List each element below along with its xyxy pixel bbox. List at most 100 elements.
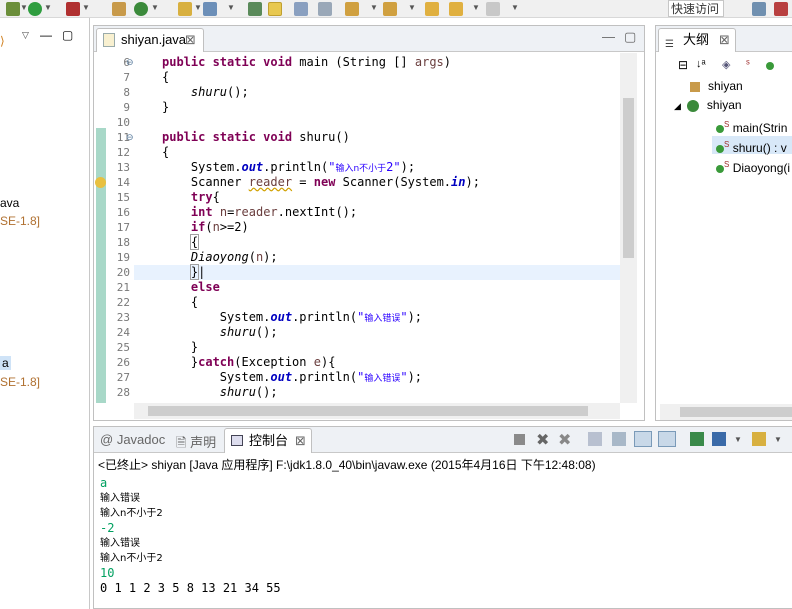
outline-item-method[interactable]: S Diaoyong(i <box>716 156 790 175</box>
scroll-thumb[interactable] <box>148 406 588 416</box>
collapse-icon[interactable]: ⟩ <box>0 34 5 48</box>
quick-access-input[interactable]: 快速访问 <box>668 0 724 17</box>
prev-edit-icon[interactable] <box>383 2 397 16</box>
tab-declaration[interactable]: 🗎 声明 <box>176 432 216 456</box>
chevron-down-icon[interactable]: ▼ <box>774 435 782 444</box>
terminate-icon[interactable] <box>514 434 525 445</box>
line-number: 12 <box>116 146 130 159</box>
fold-toggle-icon[interactable]: ⊖ <box>126 57 134 68</box>
remove-launch-icon[interactable]: ✖ <box>536 430 549 450</box>
chevron-down-icon[interactable]: ▼ <box>227 3 235 12</box>
tree-item-label[interactable]: a <box>0 356 11 370</box>
word-wrap-icon[interactable] <box>658 431 676 447</box>
new-console-icon[interactable] <box>752 432 766 446</box>
sort-icon[interactable]: ↓ᵃ <box>696 58 706 70</box>
line-number: 16 <box>116 206 130 219</box>
chevron-down-icon[interactable]: ▼ <box>151 3 159 12</box>
chevron-down-icon[interactable]: ▼ <box>82 3 90 12</box>
outline-item-class[interactable]: ◢ shiyan <box>674 96 742 114</box>
line-number: 22 <box>116 296 130 309</box>
new-package-icon[interactable] <box>112 2 126 16</box>
chevron-down-icon[interactable]: ▼ <box>194 3 202 12</box>
back-arrow-icon[interactable] <box>425 2 439 16</box>
close-icon[interactable]: ⊠ <box>185 29 196 51</box>
code-line: if(n>=2) <box>190 220 249 234</box>
search-icon[interactable] <box>203 2 217 16</box>
open-perspective-icon[interactable] <box>752 2 766 16</box>
tab-console[interactable]: 控制台 ⊠ <box>224 428 312 453</box>
line-number: 27 <box>116 371 130 384</box>
display-console-icon[interactable] <box>690 432 704 446</box>
code-editor[interactable]: 6 ⊖ 7 8 9 10 11 ⊖ 12 13 14 15 16 17 18 19 20 21 22 23 24 25 26… <box>94 53 620 403</box>
console-icon <box>231 435 243 446</box>
maximize-icon[interactable]: ▢ <box>62 28 73 42</box>
line-number: 10 <box>116 116 130 129</box>
package-icon <box>690 81 700 92</box>
horizontal-scrollbar[interactable] <box>134 403 620 419</box>
horizontal-scrollbar[interactable] <box>660 404 792 420</box>
line-number: 24 <box>116 326 130 339</box>
clear-console-icon[interactable] <box>588 432 602 446</box>
minimize-icon[interactable]: — <box>40 28 52 42</box>
line-number: 17 <box>116 221 130 234</box>
tree-item-jre[interactable]: SE-1.8] <box>0 375 40 389</box>
open-console-icon[interactable] <box>712 432 726 446</box>
chevron-down-icon[interactable]: ▼ <box>370 3 378 12</box>
chevron-down-icon[interactable]: ▼ <box>734 435 742 444</box>
next-edit-icon[interactable] <box>345 2 359 16</box>
back-icon[interactable] <box>449 2 463 16</box>
hide-fields-icon[interactable]: ◈ <box>722 58 730 71</box>
outline-item-method[interactable]: S main(Strin <box>716 116 787 135</box>
show-whitespace-icon[interactable] <box>294 2 308 16</box>
chevron-down-icon[interactable]: ▼ <box>44 3 52 12</box>
fold-toggle-icon[interactable]: ⊖ <box>126 132 134 143</box>
scroll-lock-icon[interactable] <box>612 432 626 446</box>
highlight-icon[interactable] <box>268 2 282 16</box>
tab-javadoc[interactable]: @ Javadoc <box>100 432 165 447</box>
warning-icon[interactable] <box>95 177 106 188</box>
close-icon[interactable]: ⊠ <box>719 29 730 51</box>
close-icon[interactable]: ⊠ <box>295 429 306 452</box>
scroll-thumb[interactable] <box>680 407 792 417</box>
tab-shiyan-java[interactable]: shiyan.java ⊠ <box>96 28 204 52</box>
next-annotation-icon[interactable] <box>248 2 262 16</box>
console-line: 0 1 1 2 3 5 8 13 21 34 55 <box>100 581 281 595</box>
chevron-down-icon[interactable]: ▼ <box>472 3 480 12</box>
chevron-down-icon[interactable]: ▼ <box>408 3 416 12</box>
class-icon <box>686 99 699 112</box>
external-tools-icon[interactable] <box>66 2 80 16</box>
maximize-icon[interactable]: ▢ <box>624 29 636 45</box>
line-number: 8 <box>123 86 130 99</box>
console-line: 输入n不小于2 <box>100 553 163 564</box>
scroll-thumb[interactable] <box>623 98 634 258</box>
outline-item-import[interactable]: shiyan <box>690 77 743 95</box>
code-line: System.out.println("输入错误"); <box>162 370 423 384</box>
paragraph-icon[interactable] <box>318 2 332 16</box>
minimize-icon[interactable]: — <box>602 29 615 44</box>
debug-icon[interactable] <box>6 2 20 16</box>
hide-static-icon[interactable]: ˢ <box>746 58 750 70</box>
java-perspective-icon[interactable] <box>774 2 788 16</box>
tree-item-jre[interactable]: SE-1.8] <box>0 214 40 228</box>
new-class-icon[interactable] <box>134 2 148 16</box>
open-type-icon[interactable] <box>178 2 192 16</box>
code-line: System.out.println("输入错误"); <box>162 310 423 324</box>
hide-nonpublic-icon[interactable] <box>766 58 774 72</box>
collapse-all-icon[interactable]: ⊟ <box>678 58 688 72</box>
chevron-down-icon[interactable]: ▼ <box>511 3 519 12</box>
forward-icon[interactable] <box>486 2 500 16</box>
vertical-scrollbar[interactable] <box>620 53 637 403</box>
remove-all-icon[interactable]: ✖ <box>558 430 571 450</box>
chevron-down-icon[interactable]: ▼ <box>20 3 28 12</box>
line-number: 9 <box>123 101 130 114</box>
view-menu-icon[interactable]: ▽ <box>22 30 29 41</box>
line-number: 23 <box>116 311 130 324</box>
current-line-highlight <box>134 265 620 280</box>
outline-item-method-selected[interactable]: S shuru() : v <box>712 136 792 155</box>
outline-panel: ☰ 大纲 ⊠ ⊟ ↓ᵃ ◈ ˢ shiyan ◢ shiyan S main(St… <box>655 25 792 421</box>
pin-console-icon[interactable] <box>634 431 652 447</box>
tree-item-label[interactable]: ava <box>0 196 19 210</box>
tab-outline[interactable]: ☰ 大纲 ⊠ <box>658 28 736 52</box>
run-icon[interactable] <box>28 2 42 16</box>
code-line: { <box>189 234 200 250</box>
